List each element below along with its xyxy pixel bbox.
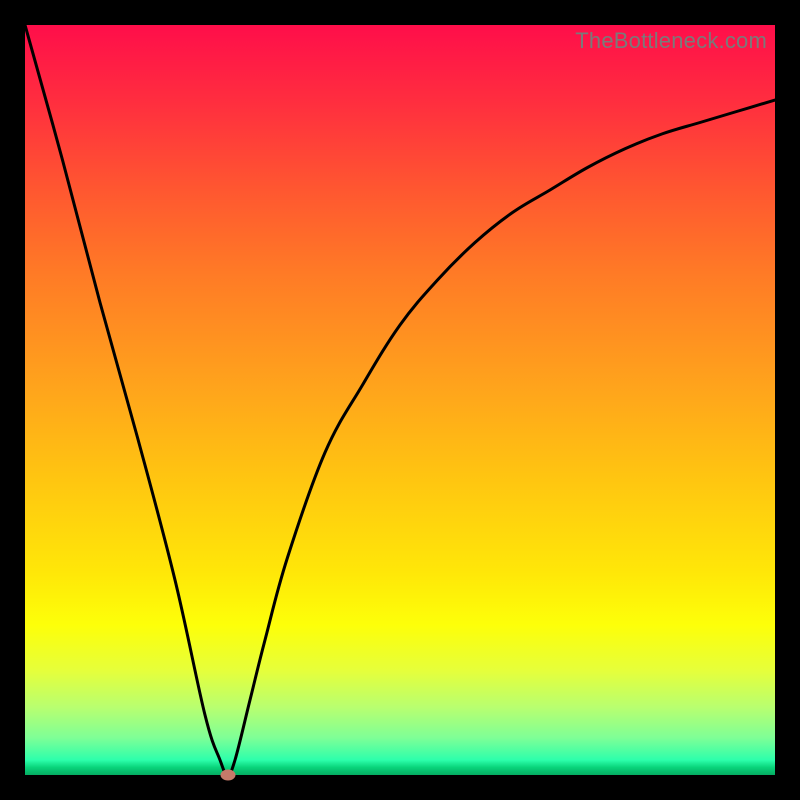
chart-frame: TheBottleneck.com	[0, 0, 800, 800]
optimal-point-marker	[220, 770, 235, 781]
bottleneck-curve	[25, 25, 775, 775]
plot-area: TheBottleneck.com	[25, 25, 775, 775]
